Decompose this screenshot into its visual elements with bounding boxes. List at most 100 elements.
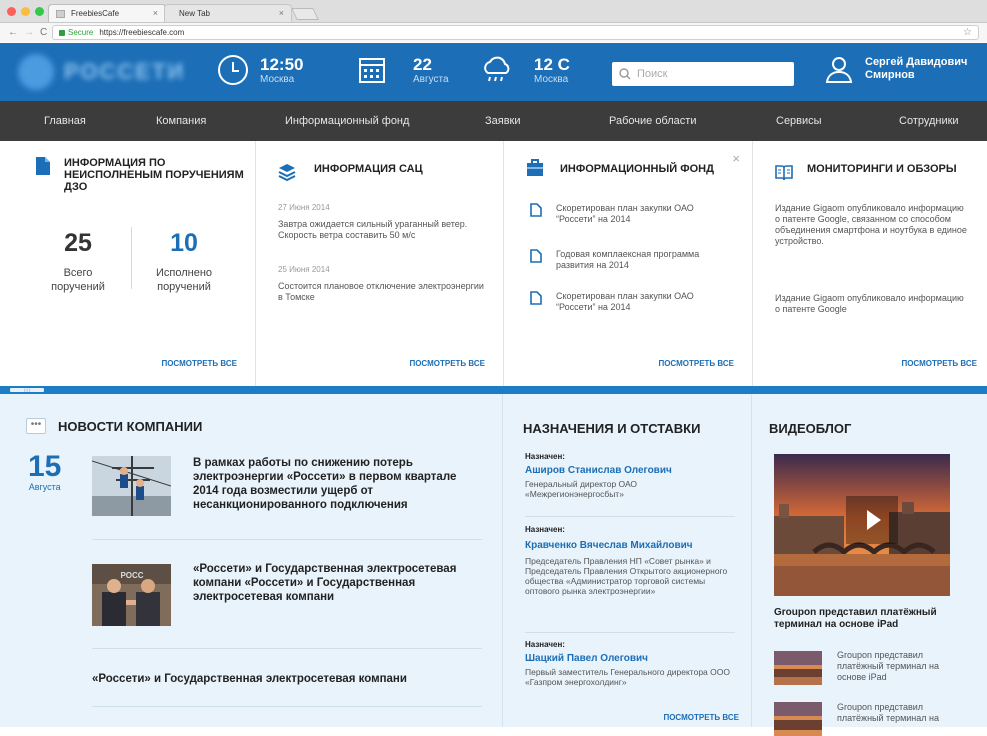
date-value: 22	[413, 54, 432, 74]
appointment-item: Назначен: Кравченко Вячеслав Михайлович …	[525, 525, 730, 596]
date-month: Августа	[413, 73, 449, 85]
nav-item-services[interactable]: Сервисы	[776, 115, 822, 127]
company-news: ••• Новости компании 15 Августа В рамках…	[0, 394, 503, 727]
news-separator	[92, 706, 482, 707]
video-thumbnail[interactable]	[774, 454, 950, 596]
fund-item[interactable]: Годовая комплаексная программа развития …	[530, 249, 726, 271]
rain-cloud-icon	[484, 56, 510, 82]
appointment-item: Назначен: Аширов Станислав Олегович Гене…	[525, 452, 730, 499]
section-divider: | | |	[0, 386, 987, 394]
appointment-name[interactable]: Шацкий Павел Олегович	[525, 653, 735, 664]
sac-item-text[interactable]: Состоится плановое отключение электроэне…	[278, 281, 488, 303]
orders-title: Информация по неисполненым поручениям ДЗ…	[34, 157, 244, 193]
search-input[interactable]: Поиск	[612, 62, 794, 86]
info-fund-widget: Информационный фонд × Скоретирован план …	[504, 141, 753, 386]
close-tab-icon[interactable]: ×	[279, 8, 284, 18]
calendar-icon	[359, 58, 385, 83]
appointment-name[interactable]: Кравченко Вячеслав Михайлович	[525, 540, 730, 551]
close-window-button[interactable]	[7, 7, 16, 16]
search-placeholder: Поиск	[637, 68, 668, 80]
news-headline[interactable]: «Россети» и Государственная электросетев…	[92, 672, 482, 686]
news-day: 15	[28, 450, 62, 483]
nav-item-employees[interactable]: Сотрудники	[899, 115, 959, 127]
nav-item-requests[interactable]: Заявки	[485, 115, 521, 127]
monitor-item[interactable]: Издание Gigaom опубликовало информацию о…	[775, 203, 970, 247]
video-thumbnail-small[interactable]	[774, 702, 822, 736]
orders-view-all-link[interactable]: Посмотреть все	[161, 359, 237, 368]
video-caption[interactable]: Groupon представил платёжный терминал на…	[774, 607, 964, 631]
done-label: Исполнено поручений	[155, 267, 213, 293]
fund-item[interactable]: Скоретирован план закупки ОАО “Россети” …	[530, 291, 721, 313]
back-icon[interactable]: ←	[8, 27, 18, 38]
tab-title: New Tab	[179, 9, 210, 18]
nav-item-company[interactable]: Компания	[156, 115, 206, 127]
site-header: РОССЕТИ 12:50 Москва 22 Августа 12 C Мос…	[0, 43, 987, 101]
sac-title-text: Информация САЦ	[314, 163, 423, 175]
fund-item-text: Скоретирован план закупки ОАО “Россети” …	[556, 291, 694, 312]
video-thumbnail-small[interactable]	[774, 651, 822, 685]
bookmark-star-icon[interactable]: ☆	[963, 27, 972, 38]
sac-item-date: 25 Июня 2014	[278, 265, 330, 274]
done-count: 10	[170, 229, 198, 257]
appointments-section: Назначения и отставки Назначен: Аширов С…	[503, 394, 752, 727]
weather-widget: 12 C Москва	[480, 53, 570, 87]
monitor-title: Мониторинги и обзоры	[775, 163, 957, 181]
address-bar-row: ← → C Secure https://freebiescafe.com ☆	[0, 22, 987, 42]
minimize-window-button[interactable]	[21, 7, 30, 16]
resize-handle[interactable]: | | |	[10, 388, 44, 392]
fund-item-text: Скоретирован план закупки ОАО “Россети” …	[556, 203, 694, 224]
news-separator	[92, 648, 482, 649]
appointment-name[interactable]: Аширов Станислав Олегович	[525, 465, 730, 476]
monitor-item[interactable]: Издание Gigaom опубликовало информацию о…	[775, 293, 970, 315]
close-icon[interactable]: ×	[732, 151, 740, 166]
fund-item[interactable]: Скоретирован план закупки ОАО “Россети” …	[530, 203, 721, 225]
nav-item-info-fund[interactable]: Информационный фонд	[285, 115, 409, 127]
appointments-view-all-link[interactable]: Посмотреть все	[663, 713, 739, 722]
appointment-role: Первый заместитель Генерального директор…	[525, 667, 730, 687]
sac-item-text[interactable]: Завтра ожидается сильный ураганный ветер…	[278, 219, 488, 241]
fund-view-all-link[interactable]: Посмотреть все	[658, 359, 734, 368]
orders-title-text: Информация по неисполненым поручениям ДЗ…	[64, 157, 244, 193]
bottom-section: ••• Новости компании 15 Августа В рамках…	[0, 394, 987, 736]
nav-item-workspaces[interactable]: Рабочие области	[609, 115, 696, 127]
video-item-text[interactable]: Groupon представил платёжный терминал на…	[837, 650, 962, 683]
monitor-view-all-link[interactable]: Посмотреть все	[901, 359, 977, 368]
news-headline[interactable]: «Россети» и Государственная электросетев…	[193, 562, 483, 604]
more-options-button[interactable]: •••	[26, 418, 46, 434]
forward-icon[interactable]: →	[24, 27, 34, 38]
maximize-window-button[interactable]	[35, 7, 44, 16]
appointment-separator	[525, 516, 735, 517]
time-city: Москва	[260, 73, 295, 85]
sac-item-date: 27 Июня 2014	[278, 203, 330, 212]
close-tab-icon[interactable]: ×	[153, 8, 158, 18]
appointment-label: Назначен:	[525, 640, 565, 649]
favicon-icon	[56, 10, 65, 18]
news-header: ••• Новости компании	[26, 418, 202, 434]
reload-icon[interactable]: C	[40, 27, 47, 38]
search-icon	[619, 68, 631, 80]
power-line-workers-image[interactable]	[92, 456, 171, 516]
lock-icon	[59, 29, 65, 36]
news-headline[interactable]: В рамках работы по снижению потерь элект…	[193, 456, 483, 512]
url-field[interactable]: Secure https://freebiescafe.com ☆	[52, 25, 979, 40]
clock-widget: 12:50 Москва	[216, 53, 303, 87]
layers-icon	[278, 164, 296, 181]
browser-tab[interactable]: New Tab ×	[164, 4, 292, 22]
stats-divider	[131, 227, 132, 289]
sac-item: 25 Июня 2014 Состоится плановое отключен…	[278, 265, 488, 303]
fund-title: Информационный фонд	[526, 159, 714, 177]
site-logo[interactable]: РОССЕТИ	[18, 54, 185, 90]
file-icon	[530, 203, 542, 217]
handshake-image[interactable]: РОСС	[92, 564, 171, 626]
user-profile[interactable]: Сергей Давидович Смирнов	[825, 55, 967, 83]
appointment-label: Назначен:	[525, 525, 565, 534]
widgets-row: Информация по неисполненым поручениям ДЗ…	[0, 141, 987, 386]
total-count: 25	[64, 229, 92, 257]
nav-item-home[interactable]: Главная	[44, 115, 86, 127]
new-tab-button[interactable]	[291, 8, 319, 20]
video-item-text[interactable]: Groupon представил платёжный терминал на	[837, 702, 962, 724]
sac-view-all-link[interactable]: Посмотреть все	[409, 359, 485, 368]
news-date: 15 Августа	[28, 450, 62, 493]
file-icon	[530, 291, 542, 305]
browser-tab-active[interactable]: FreebiesCafe ×	[48, 4, 166, 22]
